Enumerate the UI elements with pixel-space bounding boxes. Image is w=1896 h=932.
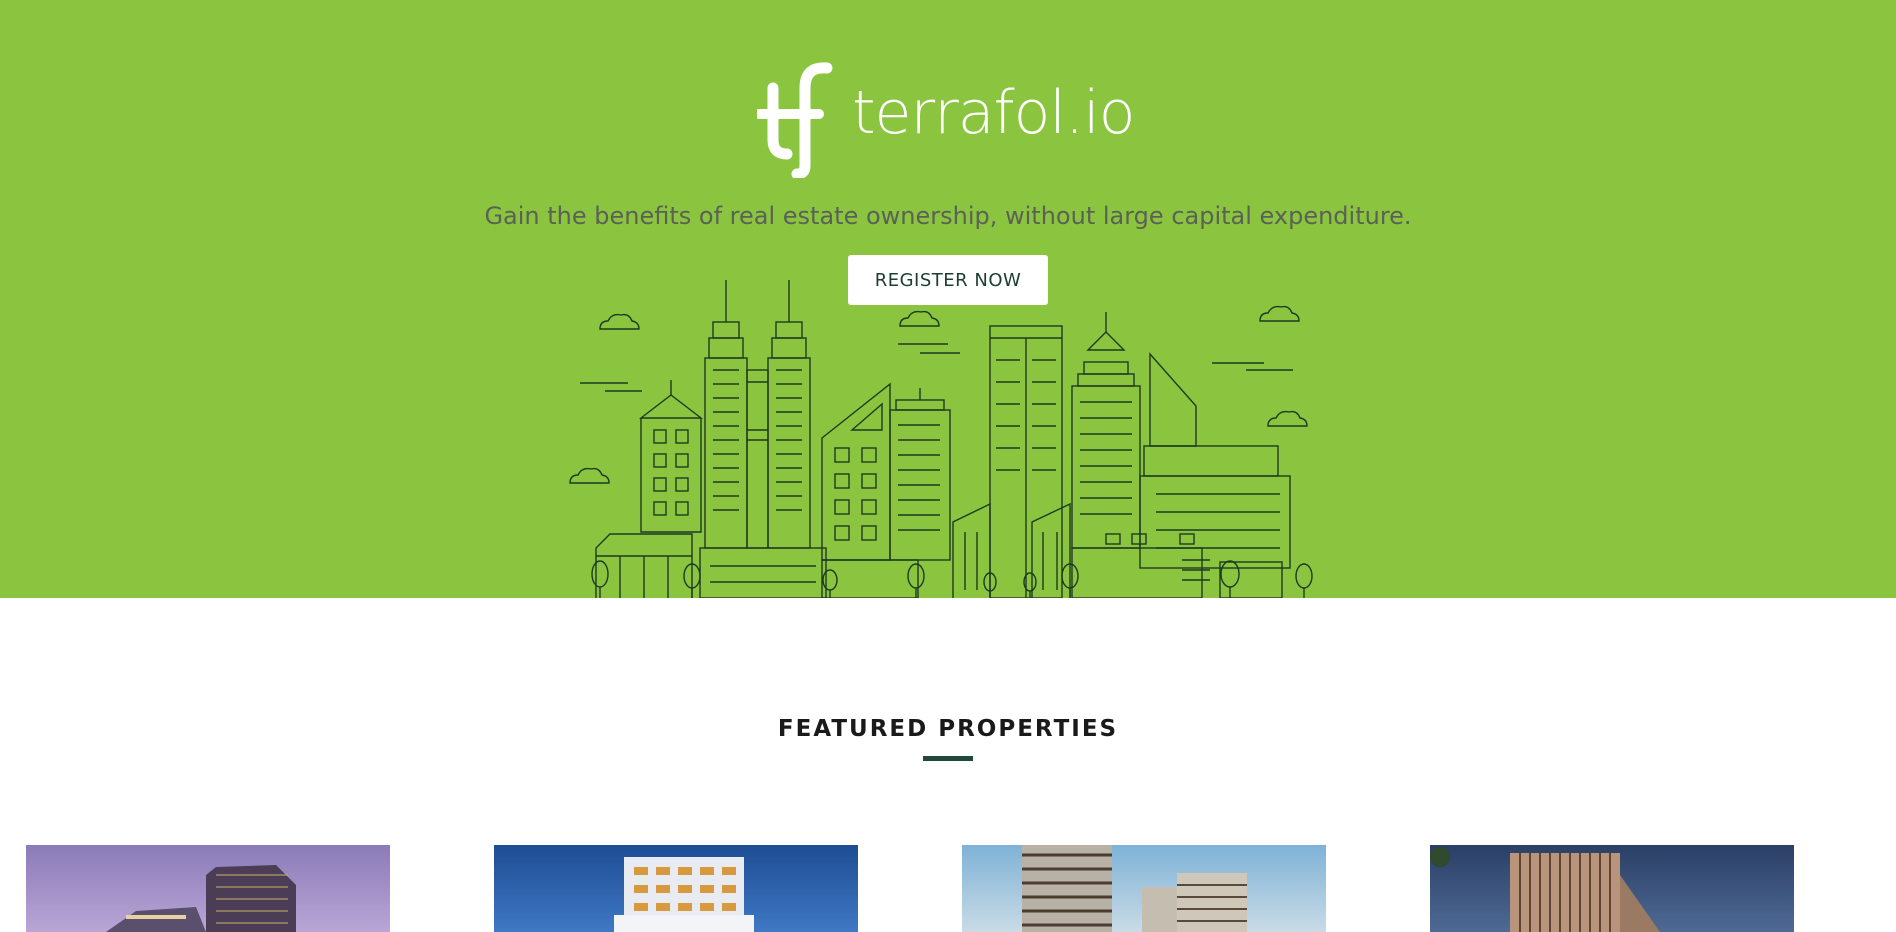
featured-properties-heading: FEATURED PROPERTIES bbox=[777, 716, 1119, 742]
property-image bbox=[26, 845, 390, 932]
brand-name: terrafol.io bbox=[852, 78, 1135, 148]
brand-logo[interactable]: terrafol.io bbox=[757, 62, 1137, 178]
property-image bbox=[1430, 845, 1794, 932]
property-card-4[interactable] bbox=[1430, 845, 1794, 932]
property-card-1[interactable] bbox=[26, 845, 390, 932]
hero-tagline: Gain the benefits of real estate ownersh… bbox=[484, 202, 1412, 230]
heading-underline bbox=[923, 756, 973, 761]
property-image bbox=[494, 845, 858, 932]
property-card-2[interactable] bbox=[494, 845, 858, 932]
hero-banner: terrafol.io Gain the benefits of real es… bbox=[0, 0, 1896, 598]
property-card-3[interactable] bbox=[962, 845, 1326, 932]
register-now-button[interactable]: REGISTER NOW bbox=[848, 255, 1048, 305]
city-skyline-illustration bbox=[569, 280, 1313, 598]
tf-logo-icon bbox=[757, 62, 833, 178]
property-image bbox=[962, 845, 1326, 932]
